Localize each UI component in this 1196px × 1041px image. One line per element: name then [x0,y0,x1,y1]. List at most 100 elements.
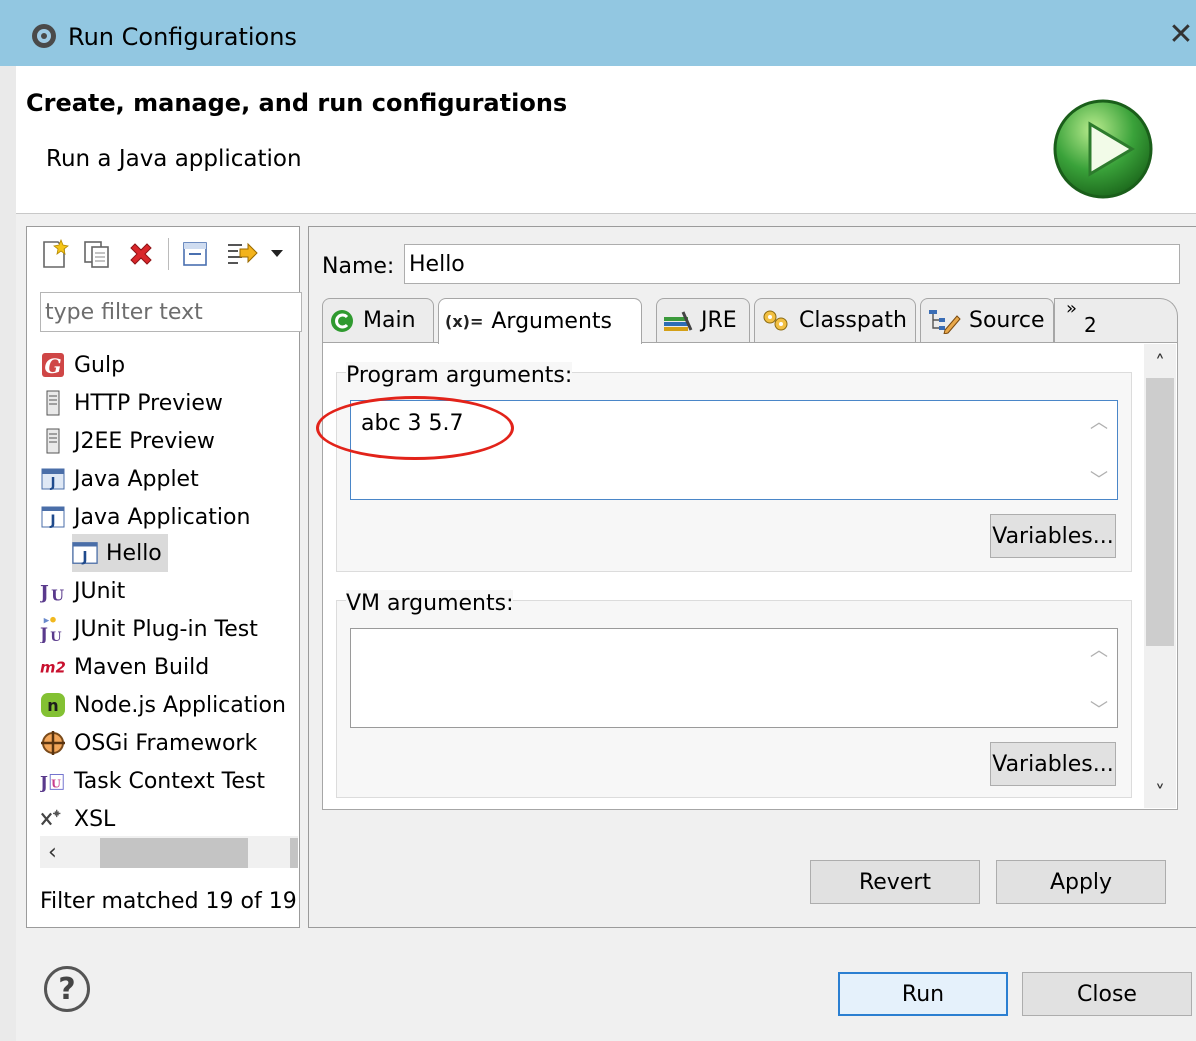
tree-item-java-application[interactable]: J Java Application [40,498,250,536]
svg-text:m2: m2 [40,659,66,677]
tree-item-label: Java Application [74,504,251,530]
main-tab-icon [329,308,355,334]
svg-text:n: n [47,696,58,715]
svg-text:J: J [40,772,48,792]
tab-overflow-chevron-icon: » [1066,298,1078,319]
svg-text:J: J [49,513,55,528]
tree-item-xsl[interactable]: XSL [40,800,115,838]
close-window-icon[interactable]: ✕ [1168,20,1194,50]
tree-item-junit[interactable]: JU JUnit [40,572,125,610]
junit-plugin-icon: JU [40,616,66,643]
svg-text:U: U [51,778,61,791]
vm-variables-button[interactable]: Variables... [990,742,1116,786]
collapse-all-icon[interactable] [178,236,212,272]
tab-arguments[interactable]: (x)= Arguments [438,298,642,344]
tree-item-j2ee-preview[interactable]: J2EE Preview [40,422,215,460]
tab-overflow-count: 2 [1084,313,1097,337]
tree-item-label: JUnit [74,578,126,604]
apply-button[interactable]: Apply [996,860,1166,904]
textarea-scroll-up-chevron-icon[interactable]: ︿ [1088,412,1110,434]
tab-main[interactable]: Main [322,298,434,342]
tab-source[interactable]: Source [920,298,1054,342]
name-input[interactable] [404,244,1180,284]
tree-item-label: Node.js Application [74,692,286,718]
revert-button[interactable]: Revert [810,860,980,904]
tree-item-label: J2EE Preview [74,428,215,454]
osgi-icon [40,730,66,756]
textarea-scroll-down-chevron-icon[interactable]: ﹀ [1088,700,1110,722]
tree-item-nodejs-application[interactable]: n Node.js Application [40,686,286,724]
tree-item-label: OSGi Framework [74,730,258,756]
svg-text:U: U [51,586,64,603]
svg-text:J: J [81,549,87,565]
jre-tab-icon [663,310,693,332]
toolbar-separator [168,238,169,270]
svg-text:J: J [50,476,56,490]
filter-configurations-icon[interactable] [222,236,262,272]
tree-item-junit-plugin-test[interactable]: JU JUnit Plug-in Test [40,610,258,648]
new-configuration-icon[interactable] [38,236,72,272]
tree-item-maven-build[interactable]: m2 Maven Build [40,648,209,686]
tree-item-label: Task Context Test [74,768,265,794]
scroll-down-chevron-icon[interactable]: ˅ [1148,780,1172,806]
gulp-icon: G [40,352,66,378]
java-application-icon: J [72,540,98,566]
tree-item-gulp[interactable]: G Gulp [40,346,125,384]
server-icon [40,428,66,454]
tree-item-java-applet[interactable]: J Java Applet [40,460,199,498]
nodejs-icon: n [40,692,66,718]
maven-icon: m2 [40,654,66,680]
scroll-left-chevron-icon[interactable]: ‹ [48,840,68,866]
tab-label: Arguments [491,309,612,334]
svg-text:J: J [40,624,48,643]
vm-arguments-textarea[interactable] [350,628,1118,728]
delete-configuration-icon[interactable] [124,236,158,272]
vertical-scroll-thumb[interactable] [1146,378,1174,646]
filter-menu-chevron-down-icon[interactable] [266,236,288,272]
tab-label: Source [969,308,1045,333]
textarea-scroll-up-chevron-icon[interactable]: ︿ [1088,640,1110,662]
tree-item-label: HTTP Preview [74,390,223,416]
header-subtitle: Run a Java application [46,146,302,172]
tab-label: Classpath [799,308,907,333]
svg-text:J: J [40,582,49,603]
name-label: Name: [322,254,395,279]
tree-item-label: Java Applet [74,466,199,492]
tree-item-label: JUnit Plug-in Test [74,616,258,642]
server-icon [40,390,66,416]
tree-item-hello[interactable]: J Hello [72,534,168,572]
horizontal-scroll-end [290,838,298,868]
close-button[interactable]: Close [1022,972,1192,1016]
junit-icon: JU [40,578,66,604]
dialog-left-edge [0,66,16,1041]
scroll-up-chevron-icon[interactable]: ˄ [1148,350,1172,376]
svg-text:G: G [44,354,61,378]
filter-status: Filter matched 19 of 19 [40,889,297,914]
classpath-tab-icon [761,308,791,334]
tree-item-label: Maven Build [74,654,210,680]
textarea-scroll-down-chevron-icon[interactable]: ﹀ [1088,470,1110,492]
tree-item-label: XSL [74,806,116,832]
tab-label: Main [363,308,416,333]
run-configurations-icon [30,22,58,50]
source-tab-icon [927,308,961,334]
tree-item-label: Hello [106,540,162,566]
tab-jre[interactable]: JRE [656,298,750,342]
horizontal-scroll-thumb[interactable] [100,838,248,868]
program-arguments-textarea[interactable]: abc 3 5.7 [350,400,1118,500]
tab-label: JRE [701,308,737,333]
program-arguments-label: Program arguments: [346,362,573,390]
run-button[interactable]: Run [838,972,1008,1016]
program-variables-button[interactable]: Variables... [990,514,1116,558]
run-logo-icon [1050,96,1156,202]
tree-item-http-preview[interactable]: HTTP Preview [40,384,223,422]
duplicate-configuration-icon[interactable] [80,236,114,272]
tree-item-osgi-framework[interactable]: OSGi Framework [40,724,257,762]
tab-classpath[interactable]: Classpath [754,298,916,342]
filter-input[interactable] [40,292,302,332]
task-context-icon: JU [40,768,66,794]
tree-item-label: Gulp [74,352,126,378]
help-icon[interactable]: ? [44,966,90,1012]
window-title: Run Configurations [68,23,297,51]
tree-item-task-context-test[interactable]: JU Task Context Test [40,762,265,800]
